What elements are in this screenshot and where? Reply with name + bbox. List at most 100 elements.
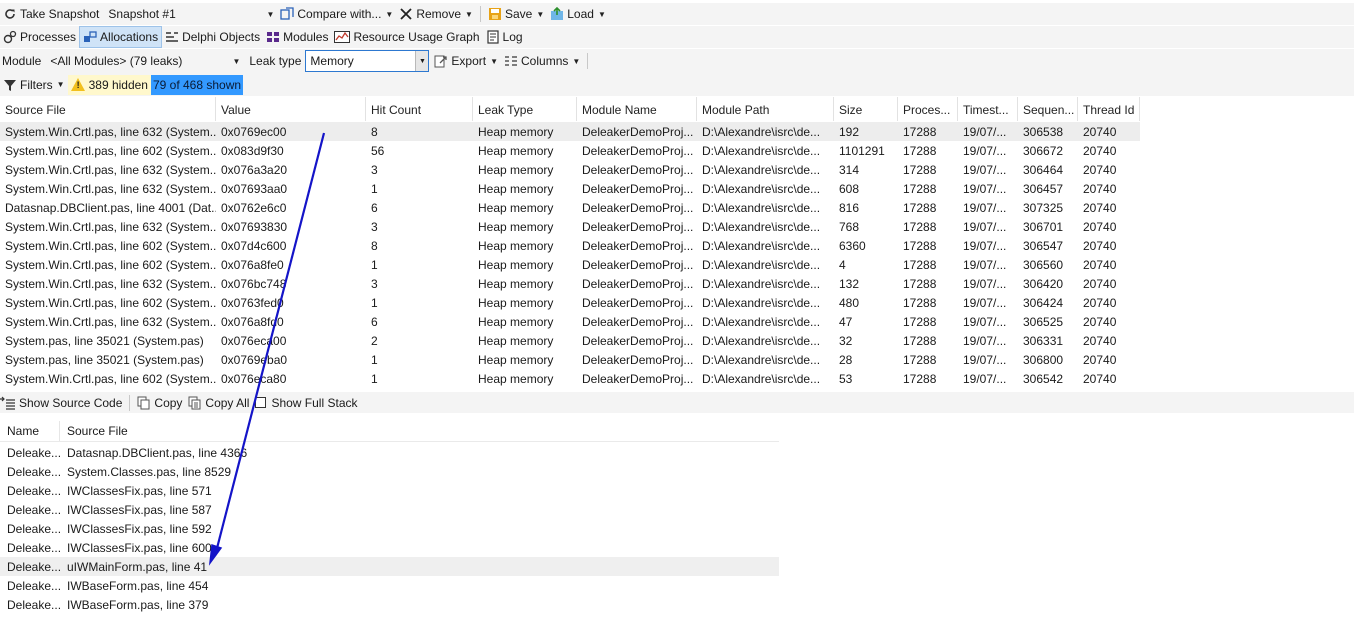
cell-thread-id: 20740 [1083, 163, 1117, 177]
cell-value: 0x0763fed0 [221, 296, 284, 310]
save-button[interactable]: Save ▼ [485, 4, 547, 24]
list-item[interactable]: Deleake... IWClassesFix.pas, line 571 [0, 481, 779, 500]
cell-module-name: DeleakerDemoProj... [582, 125, 694, 139]
export-button[interactable]: Export ▼ [431, 51, 501, 71]
list-item[interactable]: Deleake... IWClassesFix.pas, line 600 [0, 538, 779, 557]
cell-source-file: System.Win.Crtl.pas, line 632 (System...… [5, 125, 216, 139]
cell-timestamp: 19/07/... [963, 372, 1007, 386]
cell-sequence: 306542 [1023, 372, 1064, 386]
cell-module-name: DeleakerDemoProj... [582, 182, 694, 196]
show-source-code-label: Show Source Code [19, 395, 123, 410]
table-row[interactable]: System.Win.Crtl.pas, line 632 (System...… [0, 312, 1140, 331]
table-row[interactable]: System.Win.Crtl.pas, line 602 (System...… [0, 236, 1140, 255]
leak-type-select[interactable]: Memory ▼ [305, 50, 430, 72]
list-item[interactable]: Deleake... IWClassesFix.pas, line 587 [0, 500, 779, 519]
list-item[interactable]: Deleake... IWBaseForm.pas, line 379 [0, 595, 779, 614]
header-col-size[interactable]: Size [834, 97, 898, 121]
table-row[interactable]: System.Win.Crtl.pas, line 632 (System...… [0, 122, 1140, 141]
table-row[interactable]: System.pas, line 35021 (System.pas) 0x076… [0, 350, 1140, 369]
tab-delphi-objects[interactable]: Delphi Objects [162, 27, 263, 47]
tab-modules-label: Modules [283, 30, 329, 44]
table-row[interactable]: Datasnap.DBClient.pas, line 4001 (Dat...… [0, 198, 1140, 217]
header-name[interactable]: Name [0, 421, 60, 441]
cell-source-file: System.Win.Crtl.pas, line 602 (System...… [5, 239, 216, 253]
table-row[interactable]: System.Win.Crtl.pas, line 602 (System...… [0, 369, 1140, 388]
list-item[interactable]: Deleake... IWClassesFix.pas, line 592 [0, 519, 779, 538]
cell-size: 53 [839, 372, 853, 386]
table-row[interactable]: System.Win.Crtl.pas, line 602 (System...… [0, 141, 1140, 160]
tab-log-label: Log [502, 30, 523, 44]
take-snapshot-button[interactable]: Take Snapshot [0, 4, 102, 24]
tab-resource-usage-graph-label: Resource Usage Graph [353, 30, 480, 44]
header-col-value[interactable]: Value [216, 97, 366, 121]
delphi-objects-icon [165, 30, 179, 44]
tab-processes[interactable]: Processes [0, 27, 79, 47]
stack-grid: Deleake... Datasnap.DBClient.pas, line 43… [0, 443, 779, 614]
module-select[interactable]: <All Modules> (79 leaks) ▼ [45, 52, 245, 71]
cell-module-path: D:\Alexandre\isrc\de... [702, 258, 821, 272]
cell-leak-type: Heap memory [478, 182, 554, 196]
header-col-hit-count[interactable]: Hit Count [366, 97, 473, 121]
cell-leak-type: Heap memory [478, 353, 554, 367]
cell-process: 17288 [903, 125, 937, 139]
header-col-sequence[interactable]: Sequen... [1018, 97, 1078, 121]
table-row[interactable]: System.Win.Crtl.pas, line 632 (System...… [0, 217, 1140, 236]
header-col-thread-id[interactable]: Thread Id [1078, 97, 1140, 121]
header-col-leak-type[interactable]: Leak Type [473, 97, 577, 121]
header-col-module-path[interactable]: Module Path [697, 97, 834, 121]
table-row[interactable]: System.Win.Crtl.pas, line 602 (System...… [0, 293, 1140, 312]
cell-size: 1101291 [839, 144, 885, 158]
cell-thread-id: 20740 [1083, 296, 1117, 310]
toolbar-separator [479, 6, 481, 22]
cell-hit-count: 1 [371, 372, 378, 386]
copy-button[interactable]: Copy [134, 393, 185, 413]
copy-all-button[interactable]: Copy All [185, 393, 252, 413]
cell-hit-count: 1 [371, 296, 378, 310]
cell-size: 47 [839, 315, 853, 329]
show-source-code-button[interactable]: Show Source Code [0, 393, 125, 413]
save-icon [488, 7, 502, 21]
table-row[interactable]: System.Win.Crtl.pas, line 602 (System...… [0, 255, 1140, 274]
header-col-process[interactable]: Proces... [898, 97, 958, 121]
list-item[interactable]: Deleake... Datasnap.DBClient.pas, line 43… [0, 443, 779, 462]
filters-button[interactable]: Filters ▼ [0, 75, 68, 95]
cell-hit-count: 2 [371, 334, 378, 348]
tab-resource-usage-graph[interactable]: Resource Usage Graph [331, 27, 482, 47]
table-row[interactable]: System.Win.Crtl.pas, line 632 (System...… [0, 160, 1140, 179]
header-col-source-file[interactable]: Source File [0, 97, 216, 121]
snapshot-select[interactable]: Snapshot #1 ▼ [105, 4, 277, 24]
cell-value: 0x076a3a20 [221, 163, 288, 177]
load-button[interactable]: Load ▼ [547, 4, 609, 24]
remove-button[interactable]: Remove ▼ [396, 4, 476, 24]
list-item[interactable]: Deleake... System.Classes.pas, line 8529 [0, 462, 779, 481]
list-item[interactable]: Deleake... IWBaseForm.pas, line 454 [0, 576, 779, 595]
cell-sequence: 306420 [1023, 277, 1064, 291]
header-col-module-name[interactable]: Module Name [577, 97, 697, 121]
table-row[interactable]: System.Win.Crtl.pas, line 632 (System...… [0, 179, 1140, 198]
cell-hit-count: 56 [371, 144, 385, 158]
show-full-stack-toggle[interactable]: Show Full Stack [252, 393, 360, 413]
cell-value: 0x0762e6c0 [221, 201, 287, 215]
cell-thread-id: 20740 [1083, 353, 1117, 367]
list-item[interactable]: Deleake... uIWMainForm.pas, line 41 [0, 557, 779, 576]
table-row[interactable]: System.Win.Crtl.pas, line 632 (System...… [0, 274, 1140, 293]
cell-module-path: D:\Alexandre\isrc\de... [702, 372, 821, 386]
cell-hit-count: 3 [371, 277, 378, 291]
hidden-count-badge[interactable]: ! 389 hidden [67, 74, 151, 95]
cell-thread-id: 20740 [1083, 334, 1117, 348]
checkbox-icon [255, 397, 267, 408]
tab-log[interactable]: Log [483, 27, 526, 47]
chevron-down-icon: ▼ [490, 56, 499, 66]
header-source-file[interactable]: Source File [60, 421, 779, 441]
cell-process: 17288 [903, 353, 937, 367]
cell-value: 0x076eca00 [221, 334, 287, 348]
cell-sequence: 306672 [1023, 144, 1064, 158]
table-row[interactable]: System.pas, line 35021 (System.pas) 0x076… [0, 331, 1140, 350]
compare-button[interactable]: Compare with... ▼ [277, 4, 396, 24]
header-col-timestamp[interactable]: Timest... [958, 97, 1018, 121]
columns-button[interactable]: Columns ▼ [501, 51, 583, 71]
tab-modules[interactable]: Modules [263, 27, 331, 47]
cell-leak-type: Heap memory [478, 163, 554, 177]
cell-module-name: DeleakerDemoProj... [582, 334, 694, 348]
tab-allocations[interactable]: Allocations [79, 26, 163, 48]
